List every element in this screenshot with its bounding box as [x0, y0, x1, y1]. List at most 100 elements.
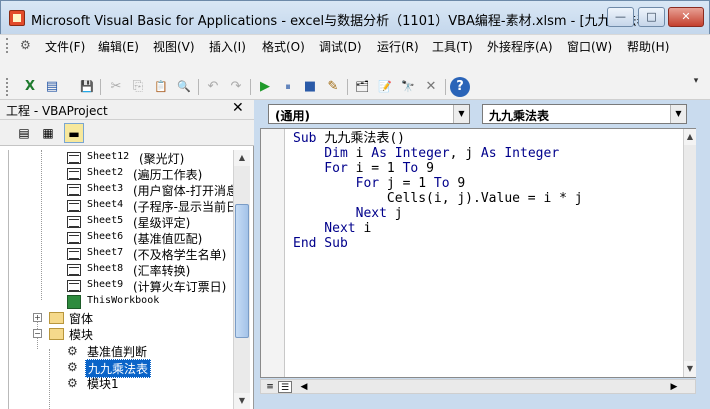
code-token: i: [355, 146, 372, 161]
worksheet-icon: [67, 232, 81, 244]
worksheet-icon: [67, 248, 81, 260]
expand-icon[interactable]: +: [33, 313, 42, 322]
toolbar-separator: [347, 79, 348, 95]
code-keyword: Next: [293, 206, 395, 221]
code-vertical-scrollbar[interactable]: ▲ ▼: [683, 129, 696, 377]
toolbar-separator: [250, 79, 251, 95]
menu-window[interactable]: 窗口(W): [567, 38, 612, 55]
code-keyword: For: [293, 176, 387, 191]
toolbox-icon[interactable]: ✕: [421, 77, 441, 97]
object-browser-icon[interactable]: 🔭: [398, 77, 418, 97]
tree-item-sheet9[interactable]: Sheet9 (计算火车订票日): [9, 278, 233, 294]
redo-icon[interactable]: ↷: [226, 77, 246, 97]
tree-item-sheet3[interactable]: Sheet3 (用户窗体-打开消息: [9, 182, 233, 198]
menu-edit[interactable]: 编辑(E): [98, 38, 139, 55]
code-keyword: To: [402, 161, 427, 176]
run-icon[interactable]: ▶: [255, 77, 275, 97]
cut-icon[interactable]: ✂: [106, 77, 126, 97]
toolbar-overflow-icon[interactable]: ▾: [690, 76, 702, 98]
scrollbar-thumb[interactable]: [235, 204, 249, 338]
toolbar-separator: [198, 79, 199, 95]
scroll-down-icon[interactable]: ▼: [684, 361, 696, 377]
undo-icon[interactable]: ↶: [203, 77, 223, 97]
design-mode-icon[interactable]: ✎: [323, 77, 343, 97]
object-combo-value: (通用): [275, 109, 310, 123]
folder-open-icon: [49, 328, 64, 340]
menu-addins[interactable]: 外接程序(A): [487, 38, 553, 55]
procedure-combo[interactable]: 九九乘法表 ▼: [482, 104, 687, 124]
view-object-icon[interactable]: ▦: [38, 123, 58, 143]
chevron-down-icon[interactable]: ▼: [670, 105, 686, 123]
menu-view[interactable]: 视图(V): [153, 38, 195, 55]
maximize-button[interactable]: □: [638, 7, 665, 27]
object-combo[interactable]: (通用) ▼: [268, 104, 470, 124]
worksheet-icon: [67, 280, 81, 292]
code-token: j = 1: [386, 176, 434, 191]
code-editor[interactable]: Sub 九九乘法表() Dim i As Integer, j As Integ…: [260, 128, 696, 378]
scroll-left-icon[interactable]: ◀: [297, 381, 311, 393]
procedure-view-icon[interactable]: ≡: [263, 381, 277, 393]
scroll-down-icon[interactable]: ▼: [234, 393, 250, 409]
menu-debug[interactable]: 调试(D): [319, 38, 362, 55]
reset-icon[interactable]: ■: [300, 77, 320, 97]
insert-form-icon[interactable]: ▤: [42, 77, 62, 97]
collapse-icon[interactable]: −: [33, 329, 42, 338]
menu-insert[interactable]: 插入(I): [209, 38, 246, 55]
toggle-folders-icon[interactable]: ▬: [64, 123, 84, 143]
folder-icon: [49, 312, 64, 324]
break-icon[interactable]: ⏸: [278, 77, 298, 97]
scroll-right-icon[interactable]: ▶: [667, 381, 681, 393]
help-icon[interactable]: ?: [450, 77, 470, 97]
tree-item-module-baseline[interactable]: ⚙ 基准值判断: [9, 343, 233, 359]
code-keyword: Dim: [293, 146, 356, 161]
tree-item-sheet12[interactable]: Sheet12 (聚光灯): [9, 150, 233, 166]
tree-item-sheet6[interactable]: Sheet6 (基准值匹配): [9, 230, 233, 246]
scroll-up-icon[interactable]: ▲: [684, 129, 696, 145]
code-horizontal-scrollbar[interactable]: ≡ ☰ ◀ ▶: [260, 379, 696, 394]
project-explorer-header: 工程 - VBAProject ✕: [0, 100, 254, 120]
tree-item-sheet2[interactable]: Sheet2 (遍历工作表): [9, 166, 233, 182]
tree-item-thisworkbook[interactable]: ThisWorkbook: [9, 294, 233, 310]
title-bar: Microsoft Visual Basic for Applications …: [0, 0, 710, 34]
find-icon[interactable]: 🔍: [174, 77, 194, 97]
code-line: End Sub: [293, 236, 583, 251]
scroll-up-icon[interactable]: ▲: [234, 150, 250, 166]
tree-item-sheet7[interactable]: Sheet7 (不及格学生名单): [9, 246, 233, 262]
minimize-button[interactable]: —: [607, 7, 634, 27]
chevron-down-icon[interactable]: ▼: [453, 105, 469, 123]
project-explorer-icon[interactable]: 🗂: [352, 77, 372, 97]
project-explorer: 工程 - VBAProject ✕ ▤ ▦ ▬ Sheet12 (聚光灯) Sh…: [0, 100, 254, 409]
menu-file[interactable]: 文件(F): [45, 38, 85, 55]
menu-run[interactable]: 运行(R): [377, 38, 419, 55]
copy-icon[interactable]: ⎘: [128, 77, 148, 97]
menu-tools[interactable]: 工具(T): [432, 38, 473, 55]
code-keyword: To: [433, 176, 458, 191]
excel-icon[interactable]: X: [20, 77, 40, 97]
full-module-view-icon[interactable]: ☰: [278, 381, 292, 393]
code-token: i = 1: [355, 161, 403, 176]
menu-format[interactable]: 格式(O): [262, 38, 305, 55]
tree-item-module-multiplication[interactable]: ⚙ 九九乘法表: [9, 359, 233, 378]
tree-item-module1[interactable]: ⚙ 模块1: [9, 375, 233, 391]
project-explorer-close-button[interactable]: ✕: [232, 100, 244, 116]
close-button[interactable]: ✕: [668, 7, 704, 27]
code-margin[interactable]: [261, 129, 285, 377]
project-tree-scrollbar[interactable]: ▲ ▼: [233, 150, 250, 409]
tree-item-sheet4[interactable]: Sheet4 (子程序-显示当前日: [9, 198, 233, 214]
save-icon[interactable]: 💾: [77, 77, 97, 97]
menu-grip[interactable]: [6, 38, 9, 53]
properties-icon[interactable]: 📝: [375, 77, 395, 97]
tree-folder-forms[interactable]: + 窗体: [9, 310, 233, 326]
document-icon[interactable]: ⚙: [20, 38, 36, 52]
toolbar-grip[interactable]: [6, 78, 9, 96]
worksheet-icon: [67, 152, 81, 164]
paste-icon[interactable]: 📋: [151, 77, 171, 97]
code-keyword: Sub: [293, 131, 325, 146]
code-keyword: Next: [293, 221, 364, 236]
worksheet-icon: [67, 168, 81, 180]
tree-item-sheet5[interactable]: Sheet5 (星级评定): [9, 214, 233, 230]
tree-folder-modules[interactable]: − 模块: [9, 326, 233, 342]
view-code-icon[interactable]: ▤: [14, 123, 34, 143]
code-token: 9: [426, 161, 434, 176]
tree-item-sheet8[interactable]: Sheet8 (汇率转换): [9, 262, 233, 278]
